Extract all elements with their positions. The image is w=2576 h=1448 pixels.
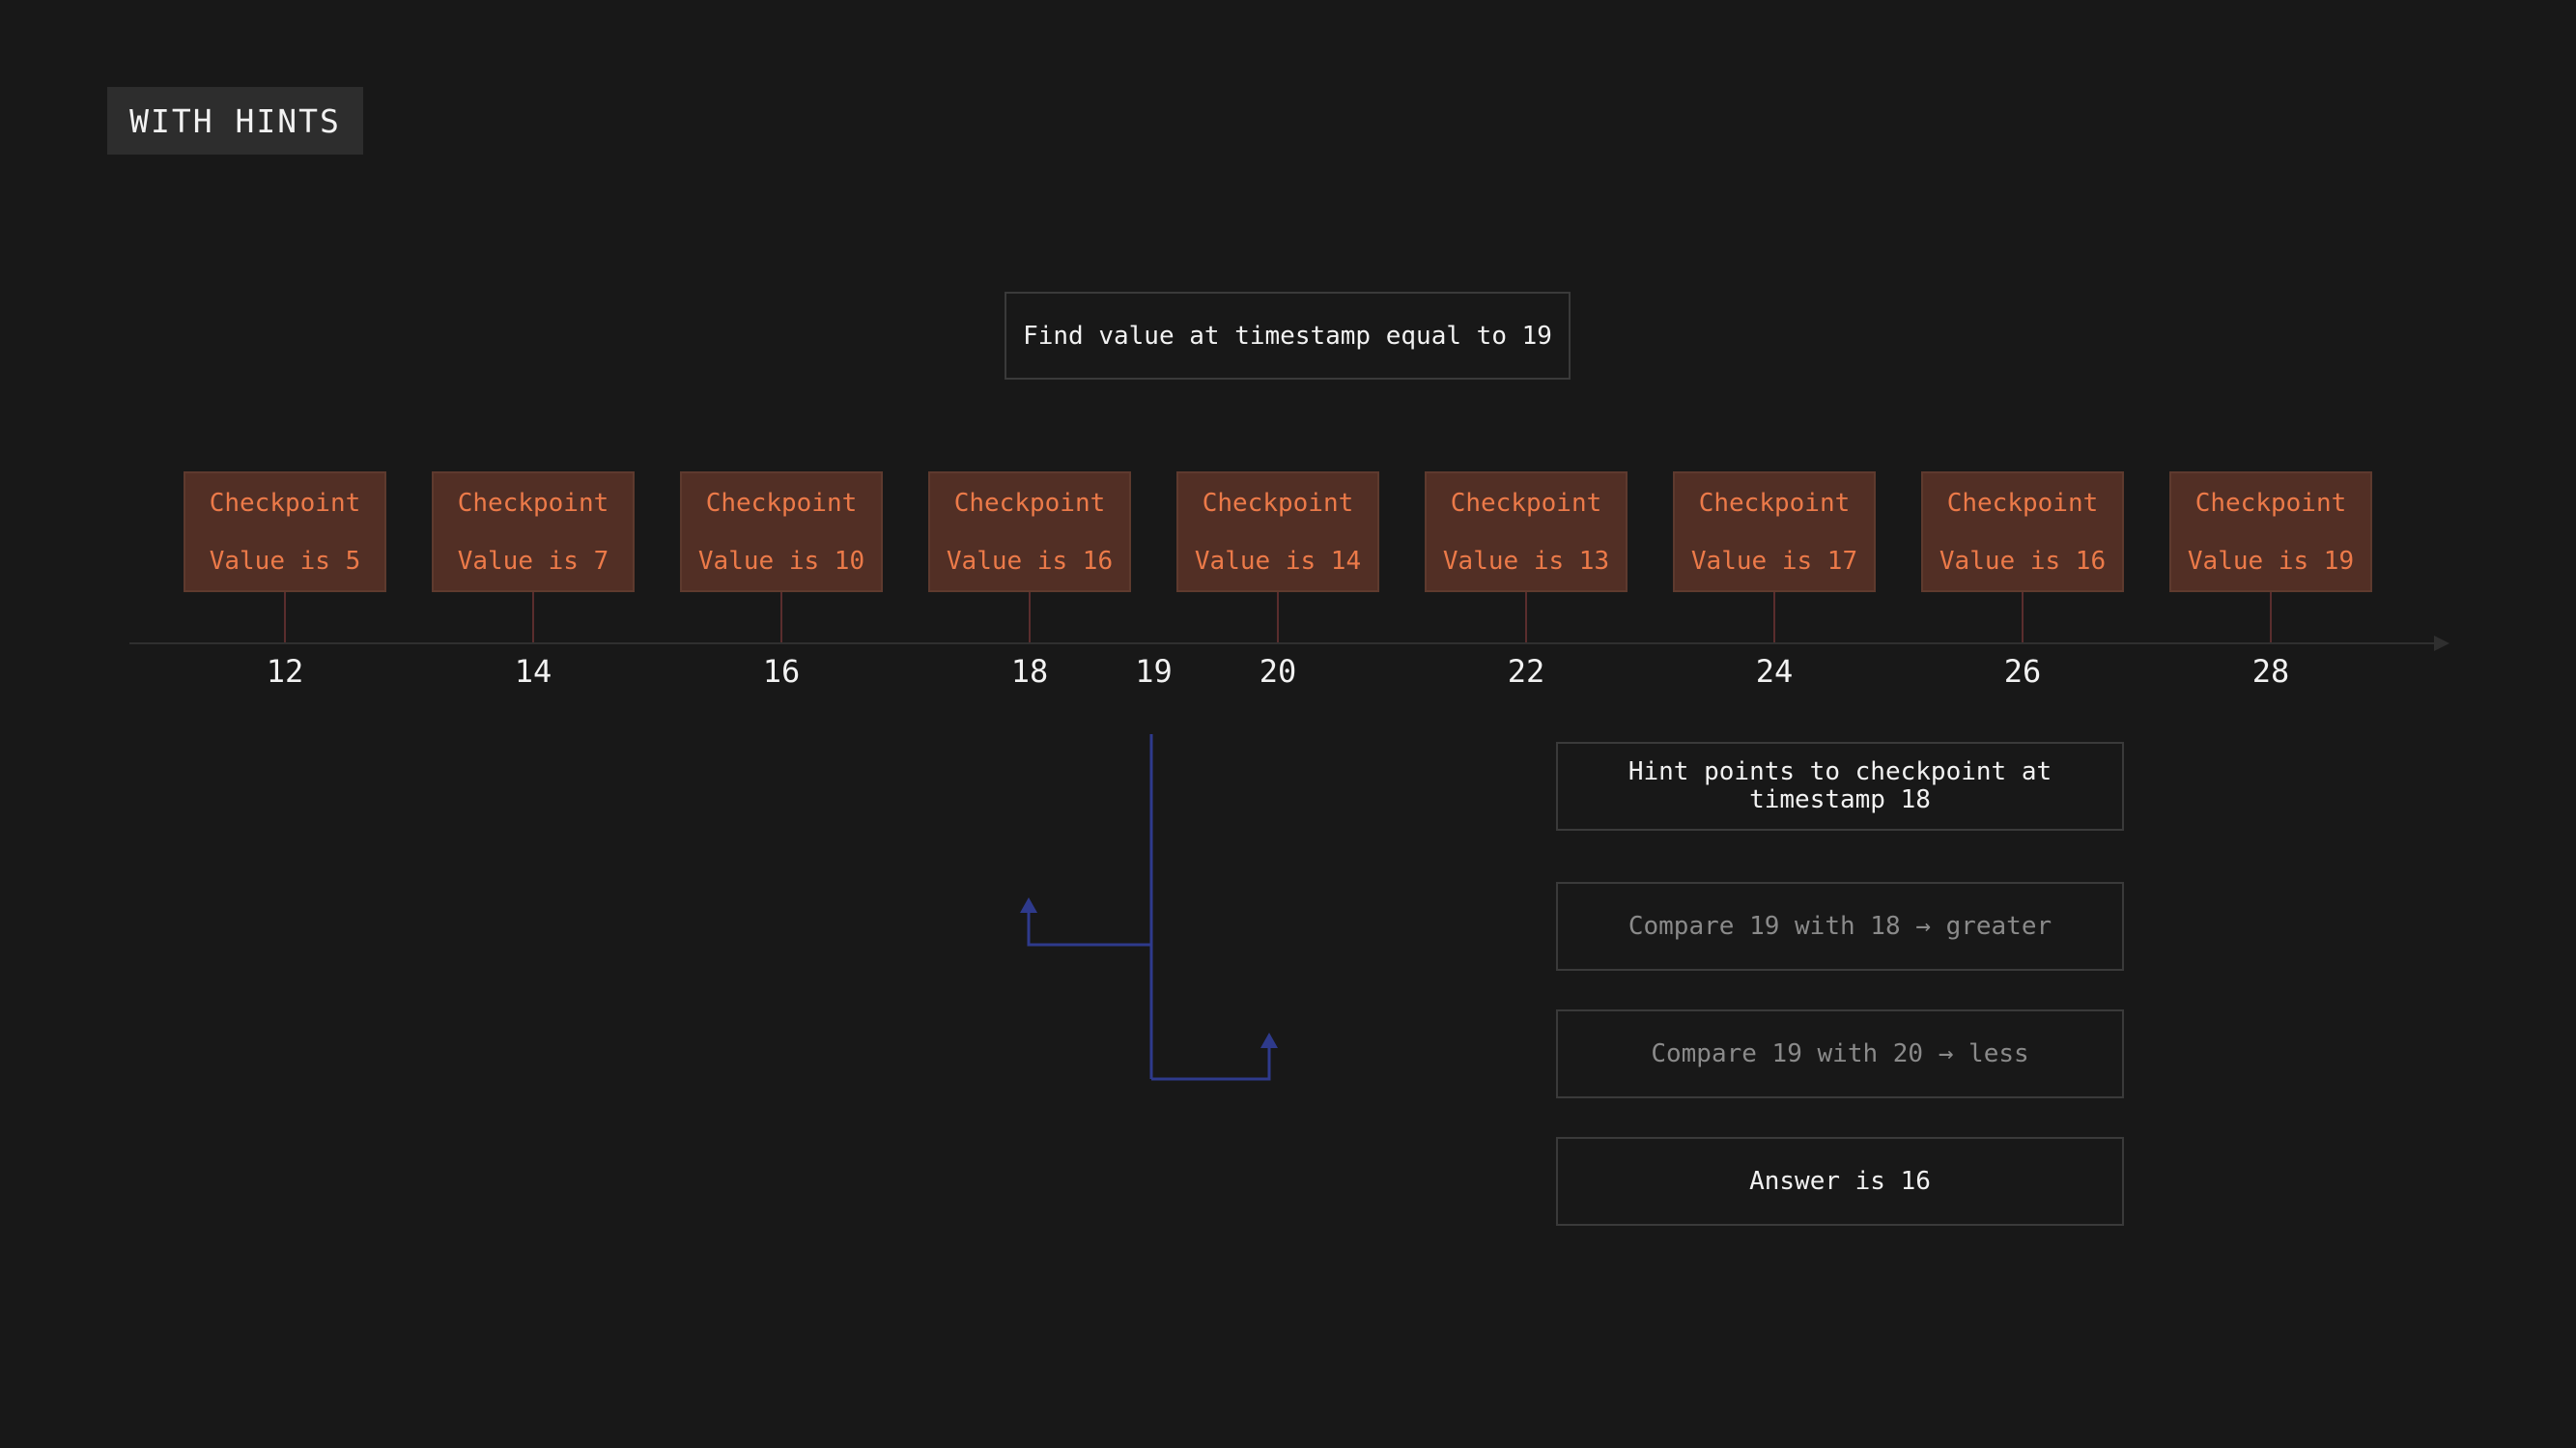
checkpoint-card: Checkpoint Value is 14	[1176, 471, 1379, 592]
axis-arrow-head	[2434, 636, 2449, 651]
axis-tick-label: 22	[1507, 653, 1545, 690]
hint-arrows	[1020, 734, 1278, 1081]
checkpoint-title: Checkpoint	[1450, 488, 1602, 518]
checkpoint-title: Checkpoint	[1202, 488, 1354, 518]
hint-step-4: Answer is 16	[1556, 1137, 2124, 1226]
checkpoint-card: Checkpoint Value is 19	[2169, 471, 2372, 592]
axis-tick-label: 18	[1010, 653, 1049, 690]
checkpoint-title: Checkpoint	[953, 488, 1106, 518]
checkpoint-title: Checkpoint	[2194, 488, 2347, 518]
axis-tick-label: 26	[2003, 653, 2042, 690]
checkpoint-value: Value is 19	[2187, 546, 2355, 576]
hint-arrow-left	[1027, 910, 1151, 947]
hint-step-2: Compare 19 with 18 → greater	[1556, 882, 2124, 971]
checkpoint-title: Checkpoint	[705, 488, 858, 518]
checkpoint-title: Checkpoint	[457, 488, 609, 518]
axis-tick-label: 24	[1755, 653, 1794, 690]
hint-step-1: Hint points to checkpoint at timestamp 1…	[1556, 742, 2124, 831]
checkpoint-card: Checkpoint Value is 17	[1673, 471, 1876, 592]
checkpoint-title: Checkpoint	[209, 488, 361, 518]
checkpoint-value: Value is 5	[209, 546, 361, 576]
checkpoint-value: Value is 16	[946, 546, 1114, 576]
checkpoint-value: Value is 17	[1690, 546, 1858, 576]
axis-tick-label: 12	[266, 653, 304, 690]
axis-tick-label: 19	[1135, 653, 1173, 690]
axis-tick-label: 28	[2251, 653, 2290, 690]
hint-step-3: Compare 19 with 20 → less	[1556, 1009, 2124, 1098]
checkpoint-title: Checkpoint	[1698, 488, 1851, 518]
axis-tick-label: 16	[762, 653, 801, 690]
checkpoint-card: Checkpoint Value is 16	[1921, 471, 2124, 592]
checkpoint-card: Checkpoint Value is 10	[680, 471, 883, 592]
timeline-diagram	[129, 592, 2449, 1081]
hint-arrow-right	[1151, 1045, 1271, 1081]
checkpoint-value: Value is 7	[457, 546, 609, 576]
axis-tick-label: 14	[514, 653, 552, 690]
checkpoint-value: Value is 14	[1194, 546, 1362, 576]
axis-tick-label: 20	[1259, 653, 1297, 690]
checkpoint-card: Checkpoint Value is 5	[184, 471, 386, 592]
checkpoint-title: Checkpoint	[1946, 488, 2099, 518]
checkpoint-value: Value is 16	[1939, 546, 2107, 576]
hint-arrow-right-head	[1260, 1033, 1278, 1048]
checkpoint-card: Checkpoint Value is 16	[928, 471, 1131, 592]
checkpoint-value: Value is 13	[1442, 546, 1610, 576]
hint-arrow-left-head	[1020, 897, 1037, 913]
checkpoint-value: Value is 10	[697, 546, 865, 576]
checkpoint-card: Checkpoint Value is 13	[1425, 471, 1628, 592]
checkpoint-card: Checkpoint Value is 7	[432, 471, 635, 592]
